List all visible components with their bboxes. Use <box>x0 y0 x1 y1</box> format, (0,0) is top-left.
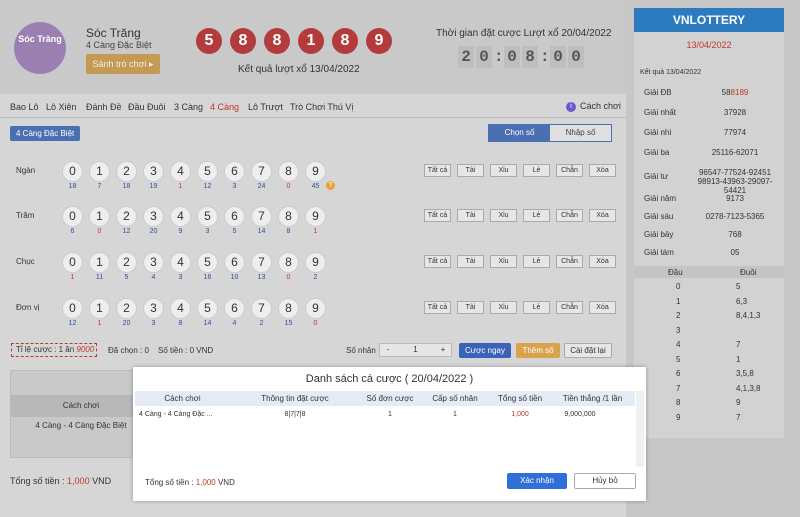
cell-total: 1,000 <box>511 411 529 418</box>
cell-win: 9,000,000 <box>564 411 596 418</box>
bet-list-modal: Danh sách cá cược ( 20/04/2022 ) Cách ch… <box>133 367 646 501</box>
col-win: Tiền thắng /1 lần <box>562 394 623 403</box>
modal-title: Danh sách cá cược ( 20/04/2022 ) <box>305 373 474 385</box>
cancel-button[interactable]: Hủy bỏ <box>574 473 636 489</box>
confirm-button[interactable]: Xác nhận <box>507 473 567 489</box>
page: Sóc Trăng Sóc Trăng 4 Càng Đặc Biệt Sảnh… <box>0 0 800 517</box>
col-total: Tổng số tiền <box>497 394 543 403</box>
cell-bet-count: 1 <box>388 411 392 418</box>
modal-table-row: 4 Càng - 4 Càng Đặc ... 8|7|7|8 1 1 1,00… <box>135 409 635 423</box>
col-bet-info: Thông tin đặt cược <box>261 394 329 403</box>
col-multiplier: Cấp số nhân <box>432 394 478 403</box>
cell-game: 4 Càng - 4 Càng Đặc ... <box>139 411 213 418</box>
cell-multiplier: 1 <box>453 411 457 418</box>
col-bet-count: Số đơn cược <box>366 394 414 403</box>
cell-bet-info: 8|7|7|8 <box>284 411 306 418</box>
modal-scrollbar[interactable] <box>636 391 644 467</box>
modal-total-label: Tổng số tiền : <box>145 478 196 487</box>
col-game: Cách chơi <box>164 394 201 403</box>
modal-total: Tổng số tiền : 1,000 VND <box>145 478 235 487</box>
modal-table-header: Cách chơi Thông tin đặt cược Số đơn cược… <box>135 391 635 406</box>
modal-total-value: 1,000 <box>195 478 216 487</box>
modal-total-unit: VND <box>215 478 235 487</box>
